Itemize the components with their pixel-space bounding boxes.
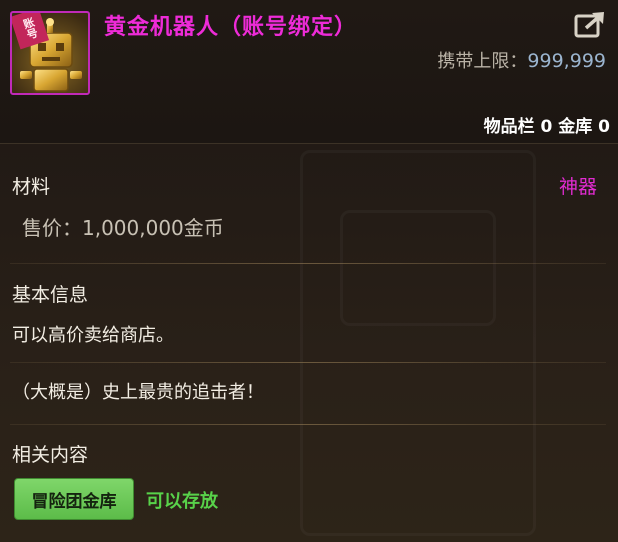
item-name: 黄金机器人（账号绑定）: [104, 15, 358, 40]
divider: [10, 424, 606, 425]
item-tooltip: 账号 黄金机器人（账号绑定） 携带上限：999,999 物品栏 0 金库 0 材…: [0, 0, 618, 542]
flavor-text: （大概是）史上最贵的追击者！: [12, 382, 264, 403]
basic-info-title: 基本信息: [12, 284, 89, 306]
tooltip-header: 账号 黄金机器人（账号绑定） 携带上限：999,999 物品栏 0 金库 0: [0, 0, 618, 144]
carry-limit-label: 携带上限：: [437, 51, 528, 72]
carry-limit: 携带上限：999,999: [437, 47, 606, 73]
storage-count: 物品栏 0 金库 0: [483, 117, 610, 137]
background-decoration: [340, 210, 496, 326]
item-description: 可以高价卖给商店。: [12, 325, 174, 346]
adventure-vault-tag[interactable]: 冒险团金库: [14, 478, 134, 520]
item-rarity: 神器: [558, 176, 597, 198]
divider: [10, 263, 606, 264]
sell-price: 售价：1,000,000金币: [22, 216, 224, 240]
share-button[interactable]: [574, 10, 608, 38]
share-icon: [574, 12, 604, 38]
related-title: 相关内容: [12, 444, 89, 466]
divider: [10, 362, 606, 363]
item-category: 材料: [12, 176, 51, 198]
background-decoration: [300, 150, 536, 536]
vault-storable-note: 可以存放: [146, 491, 218, 512]
item-icon-frame[interactable]: 账号: [10, 11, 90, 95]
carry-limit-value: 999,999: [527, 50, 606, 72]
